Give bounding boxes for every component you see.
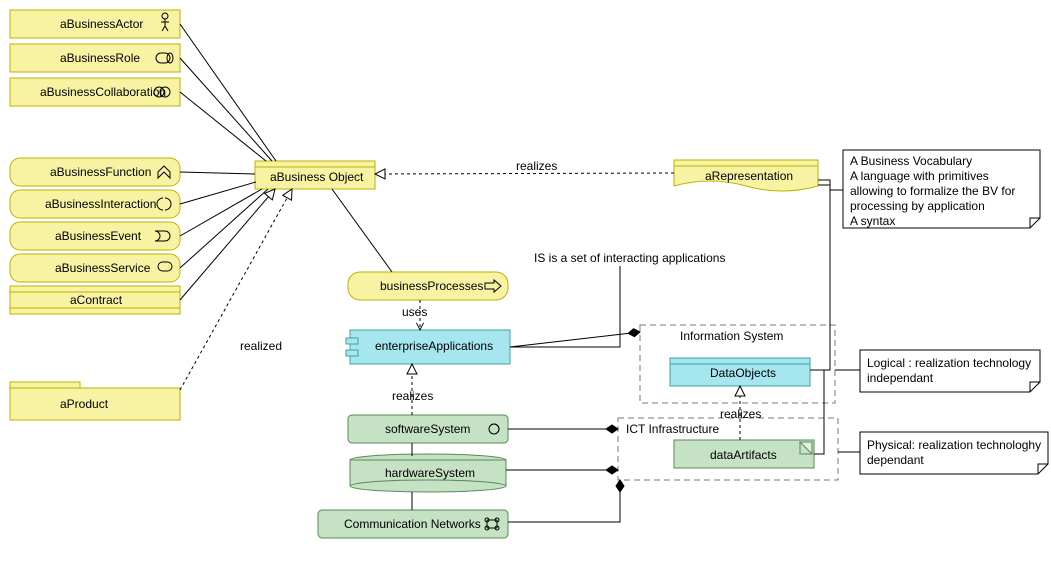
node-business-role: aBusinessRole <box>10 44 180 72</box>
label: aContract <box>70 293 123 307</box>
label: A language with primitives <box>850 169 989 183</box>
edge-actor-bo <box>180 24 276 161</box>
label: hardwareSystem <box>385 466 475 480</box>
node-business-collaboration: aBusinessCollaboration <box>10 78 180 106</box>
label: dependant <box>867 453 924 467</box>
node-data-artifacts: dataArtifacts <box>674 440 814 468</box>
note-physical: Physical: realization technologhy depend… <box>860 432 1048 474</box>
edge-collab-bo <box>180 92 266 161</box>
edge-ea-isnote <box>510 266 620 347</box>
node-business-service: aBusinessService <box>10 254 180 282</box>
node-business-event: aBusinessEvent <box>10 222 180 250</box>
component-icon <box>346 338 358 344</box>
note-representation: A Business Vocabulary A language with pr… <box>843 150 1040 228</box>
archimate-diagram: aBusinessActor aBusinessRole aBusinessCo… <box>0 0 1051 566</box>
note-is-set: IS is a set of interacting applications <box>534 251 725 265</box>
label: DataObjects <box>710 366 776 380</box>
label: aBusiness Object <box>270 170 364 184</box>
node-business-actor: aBusinessActor <box>10 10 180 38</box>
node-business-object: aBusiness Object <box>255 161 375 189</box>
edge-product-bo-realized <box>180 189 292 390</box>
edge-repr-da <box>814 370 824 454</box>
edge-bo-bp <box>332 189 392 272</box>
edge-label-uses: uses <box>402 305 427 319</box>
node-business-function: aBusinessFunction <box>10 158 180 186</box>
node-business-processes: businessProcesses <box>348 272 508 300</box>
node-enterprise-applications: enterpriseApplications <box>346 330 510 364</box>
node-business-interaction: aBusinessInteraction <box>10 190 180 218</box>
label: processing by application <box>850 199 985 213</box>
edge-interaction-bo <box>180 182 256 204</box>
label: Logical : realization technology <box>867 356 1031 370</box>
label: A syntax <box>850 214 895 228</box>
edge-function-bo <box>180 172 255 174</box>
label: aBusinessFunction <box>50 165 151 179</box>
node-hardware-system: hardwareSystem <box>350 454 506 492</box>
edge-repr-bo-realizes <box>375 173 674 174</box>
label: A Business Vocabulary <box>850 154 972 168</box>
label: Information System <box>680 329 783 343</box>
label: aBusinessService <box>55 261 151 275</box>
label: Communication Networks <box>344 517 481 531</box>
label: aBusinessRole <box>60 51 140 65</box>
node-product: aProduct <box>10 382 180 420</box>
edge-event-bo <box>180 189 262 236</box>
label: aRepresentation <box>705 169 793 183</box>
node-representation: aRepresentation <box>674 160 818 191</box>
node-data-objects: DataObjects <box>670 358 810 386</box>
component-icon <box>346 350 358 356</box>
label: enterpriseApplications <box>375 339 493 353</box>
edge-ict-cn <box>508 480 620 522</box>
label: independant <box>867 371 934 385</box>
label: dataArtifacts <box>710 448 777 462</box>
edge-label-realizes-da: realizes <box>720 407 761 421</box>
label: softwareSystem <box>385 422 470 436</box>
label: aBusinessCollaboration <box>40 85 166 99</box>
node-contract: aContract <box>10 286 180 314</box>
note-logical: Logical : realization technology indepen… <box>860 350 1040 392</box>
label: aBusinessInteraction <box>45 197 156 211</box>
label: aBusinessEvent <box>55 229 142 243</box>
label: Physical: realization technologhy <box>867 438 1041 452</box>
label: allowing to formalize the BV for <box>850 184 1015 198</box>
node-communication-networks: Communication Networks <box>318 510 508 538</box>
edge-label-realizes-sw: realizes <box>392 389 433 403</box>
node-software-system: softwareSystem <box>348 415 508 443</box>
edge-label-realized: realized <box>240 339 282 353</box>
edge-label-realizes: realizes <box>516 159 557 173</box>
label: ICT Infrastructure <box>626 422 719 436</box>
edge-role-bo <box>180 58 272 161</box>
label: aBusinessActor <box>60 17 143 31</box>
edge-contract-bo <box>180 189 275 300</box>
edge-repr-do <box>810 185 830 370</box>
label: aProduct <box>60 397 109 411</box>
label: businessProcesses <box>380 279 483 293</box>
